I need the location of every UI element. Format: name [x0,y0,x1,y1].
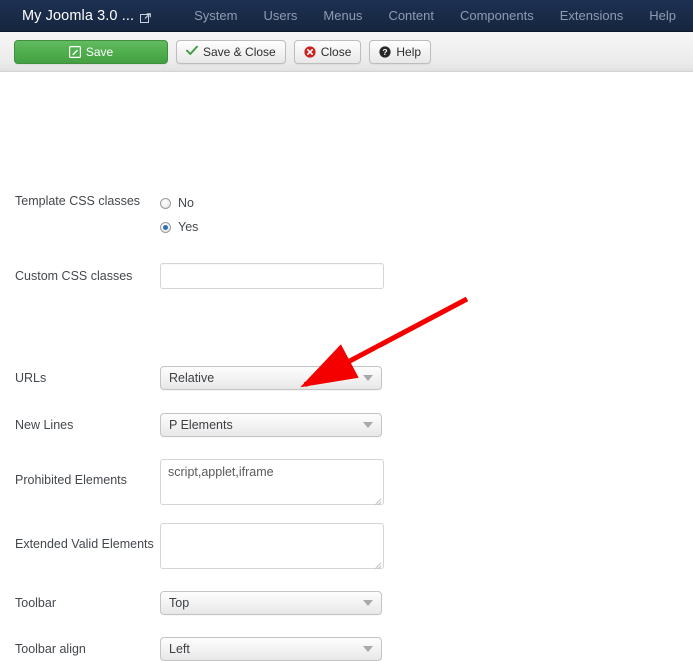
toolbar-position-select[interactable]: Top [160,591,382,615]
radio-option-no[interactable]: No [160,192,693,214]
toolbar-position-select-value: Top [169,596,190,610]
extended-valid-elements-wrap [160,523,384,570]
new-lines-select-value: P Elements [169,418,233,432]
radio-group-template-css-classes: No Yes [160,192,693,238]
field-custom-css-classes [160,263,693,289]
radio-no-label: No [178,196,194,210]
help-button[interactable]: ? Help [369,39,432,64]
top-navigation-bar: My Joomla 3.0 ... System Users Menus Con… [0,0,693,32]
label-new-lines: New Lines [15,418,74,432]
field-row-toolbar-align: Toolbar align Left [0,637,693,661]
field-row-toolbar-position: Toolbar Top [0,591,693,615]
save-and-close-button[interactable]: Save & Close [176,39,286,64]
field-row-prohibited-elements: Prohibited Elements [0,459,693,506]
field-row-custom-css-classes: Custom CSS classes [0,263,693,289]
chevron-down-icon [363,422,373,428]
nav-item-menus[interactable]: Menus [310,8,375,23]
close-button[interactable]: Close [293,39,362,64]
chevron-down-icon [363,600,373,606]
editor-options-form: Template CSS classes No Yes Custom CSS c… [0,72,693,661]
field-prohibited-elements [160,459,693,506]
radio-option-yes[interactable]: Yes [160,216,693,238]
action-toolbar: Save Save & Close Close ? Help [0,32,693,72]
pencil-square-icon [68,45,81,58]
chevron-down-icon [363,375,373,381]
chevron-down-icon [363,646,373,652]
field-row-extended-valid-elements: Extended Valid Elements [0,523,693,570]
nav-item-help[interactable]: Help [636,8,689,23]
brand-site-link[interactable]: My Joomla 3.0 ... [22,7,152,24]
external-link-icon[interactable] [140,11,152,23]
main-menu: System Users Menus Content Components Ex… [181,8,689,23]
question-circle-icon: ? [379,45,391,58]
nav-item-system[interactable]: System [181,8,250,23]
field-row-urls: URLs Relative [0,366,693,390]
nav-item-extensions[interactable]: Extensions [547,8,637,23]
urls-select[interactable]: Relative [160,366,382,390]
label-template-css-classes: Template CSS classes [15,194,141,208]
field-row-template-css-classes: Template CSS classes No Yes [0,192,693,238]
field-extended-valid-elements [160,523,693,570]
nav-item-components[interactable]: Components [447,8,547,23]
nav-item-users[interactable]: Users [250,8,310,23]
field-urls: Relative [160,366,693,390]
urls-select-value: Relative [169,371,215,385]
cancel-circle-icon [304,45,316,58]
check-icon [186,45,198,58]
label-toolbar-align: Toolbar align [15,642,86,656]
nav-item-content[interactable]: Content [375,8,447,23]
label-extended-valid-elements: Extended Valid Elements [15,537,154,551]
radio-yes-label: Yes [178,220,199,234]
field-toolbar-align: Left [160,637,693,661]
field-row-new-lines: New Lines P Elements [0,413,693,437]
prohibited-elements-wrap [160,459,384,506]
help-button-label: Help [396,44,422,59]
radio-yes-indicator[interactable] [160,221,171,233]
label-urls: URLs [15,371,47,385]
field-toolbar-position: Top [160,591,693,615]
label-custom-css-classes: Custom CSS classes [15,269,133,283]
save-and-close-button-label: Save & Close [203,44,276,59]
custom-css-classes-input[interactable] [160,263,384,289]
toolbar-align-select[interactable]: Left [160,637,382,661]
brand-title: My Joomla 3.0 ... [22,7,135,24]
label-prohibited-elements: Prohibited Elements [15,473,127,487]
field-new-lines: P Elements [160,413,693,437]
save-button[interactable]: Save [14,39,168,64]
new-lines-select[interactable]: P Elements [160,413,382,437]
close-button-label: Close [320,44,352,59]
label-toolbar-position: Toolbar [15,596,56,610]
save-button-label: Save [85,44,114,59]
radio-no-indicator[interactable] [160,197,171,209]
toolbar-align-select-value: Left [169,642,190,656]
prohibited-elements-textarea[interactable] [160,459,384,505]
extended-valid-elements-textarea[interactable] [160,523,384,569]
svg-text:?: ? [383,47,388,57]
